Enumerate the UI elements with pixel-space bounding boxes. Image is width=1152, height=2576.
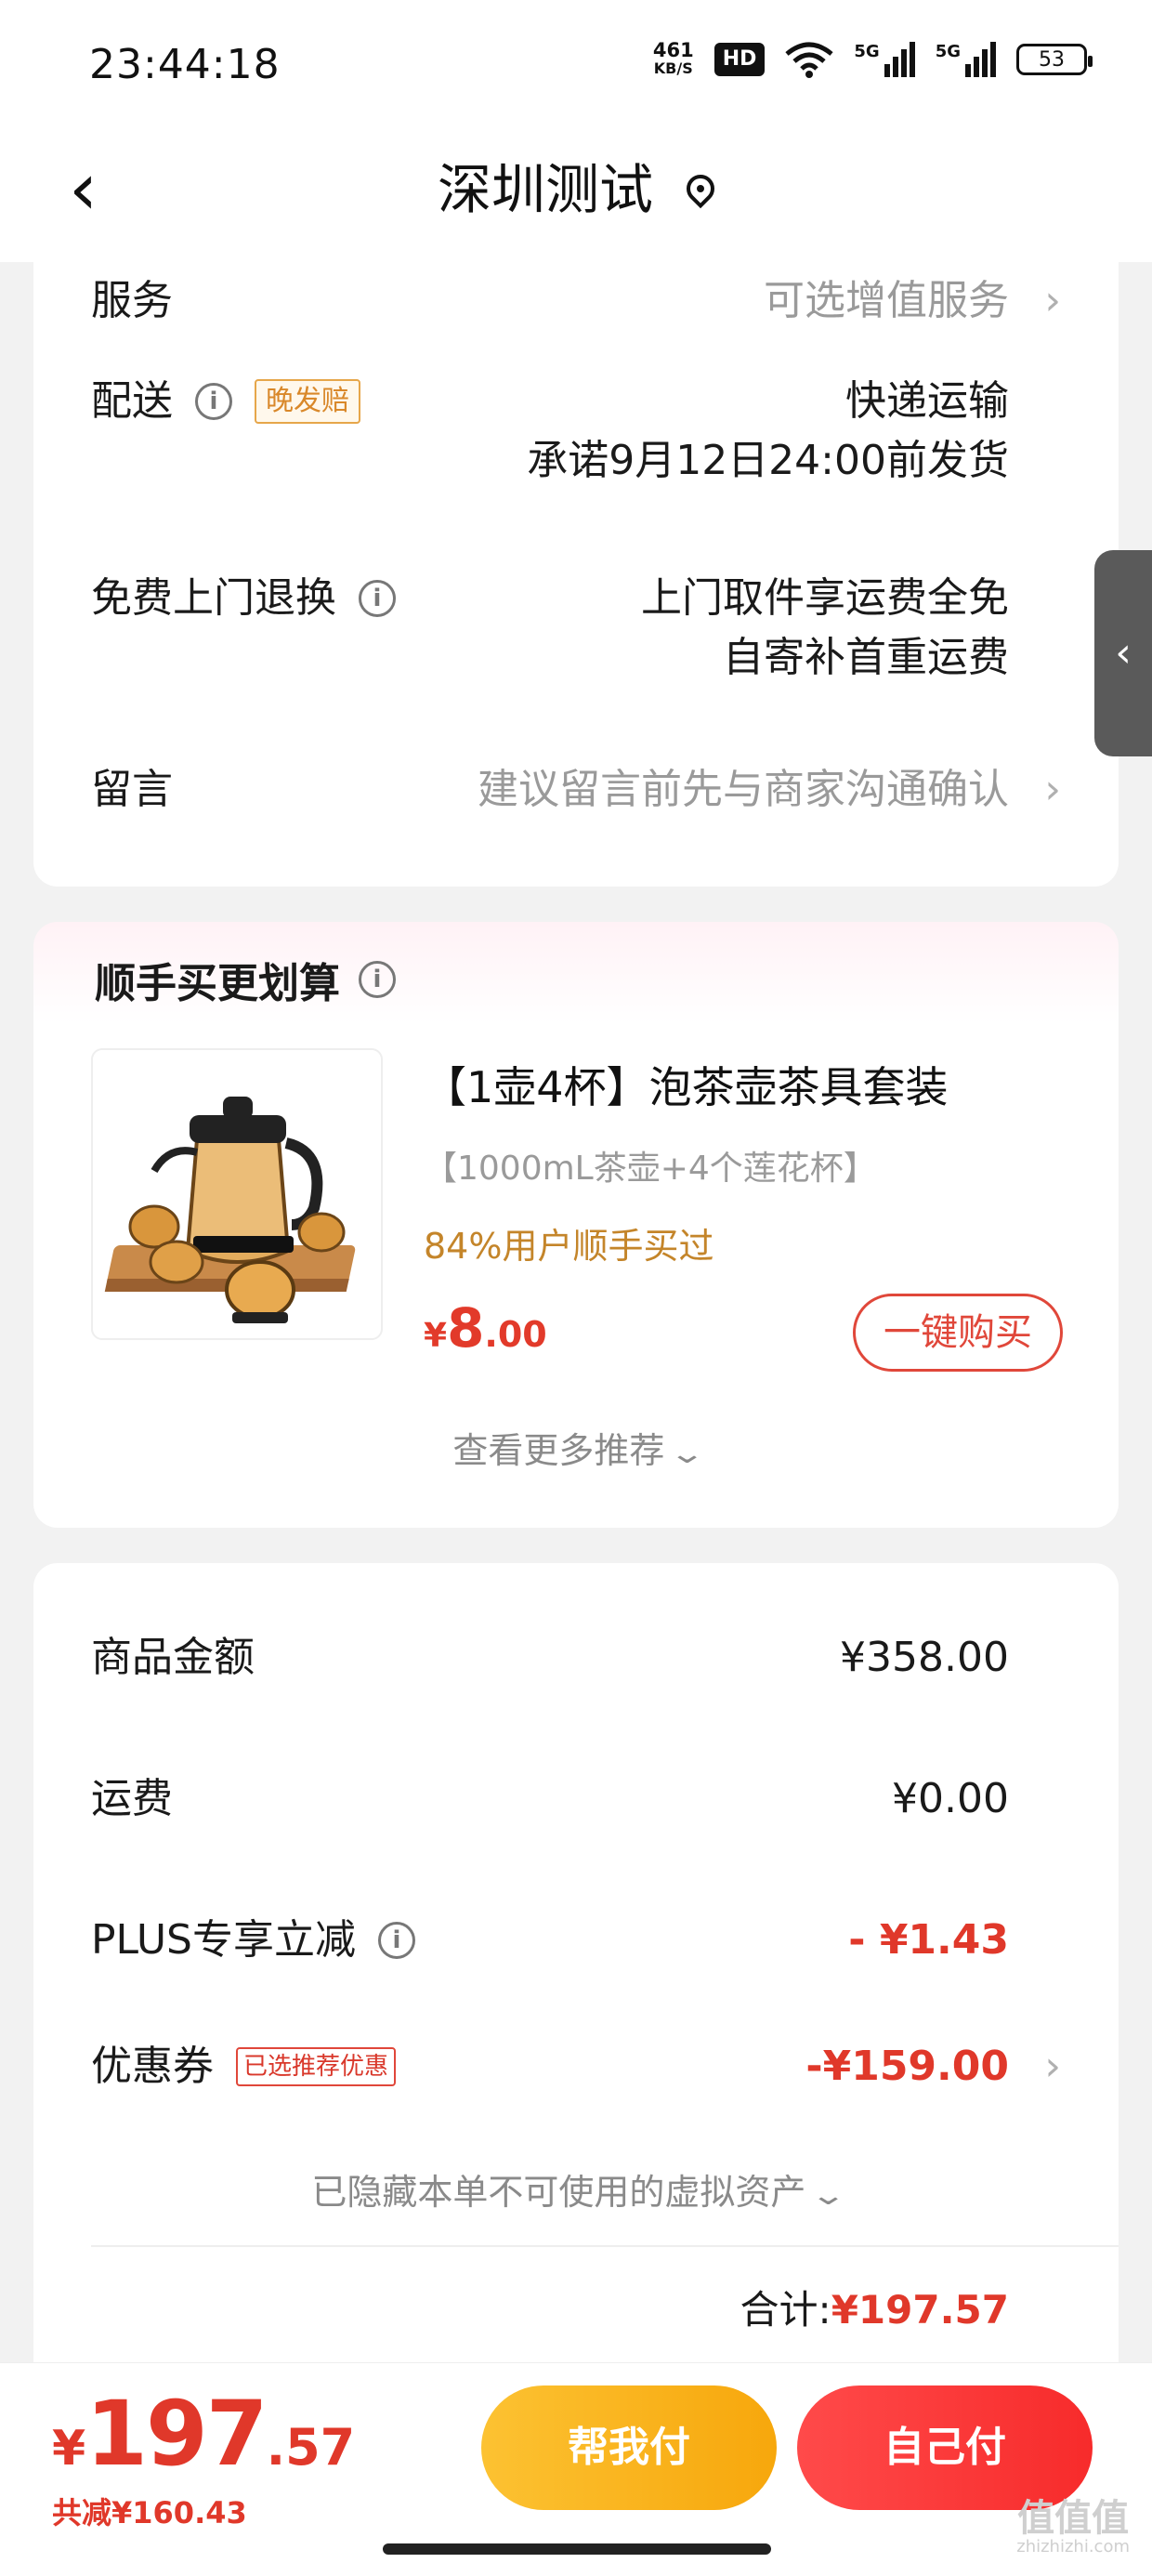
message-input[interactable]: 建议留言前先与商家沟通确认	[478, 760, 1009, 820]
message-label: 留言	[91, 766, 173, 813]
plus-discount-label: PLUS专享立减	[91, 1916, 356, 1964]
help-me-pay-button[interactable]: 帮我付	[481, 2385, 777, 2510]
side-collapse-tab[interactable]: ‹	[1094, 550, 1152, 756]
page-title-wrap[interactable]: 深圳测试	[0, 152, 1152, 227]
shipping-value: ¥0.00	[892, 1775, 1009, 1822]
free-return-row: 免费上门退换 i 上门取件享运费全免 自寄补首重运费	[91, 569, 1009, 699]
self-send-text: 自寄补首重运费	[723, 634, 1009, 681]
total-currency: ¥	[52, 2421, 86, 2477]
order-info-card: 服务 可选增值服务 › 配送 i 晚发赔 快递运输 承诺9月12日24:00前发…	[33, 262, 1119, 887]
watermark-url: zhizhizhi.com	[1016, 2537, 1130, 2556]
shipping-row: 运费 ¥0.00	[91, 1769, 1009, 1829]
goods-amount-value: ¥358.00	[840, 1634, 1009, 1681]
page-title: 深圳测试	[437, 158, 653, 221]
delivery-promise: 承诺9月12日24:00前发货	[527, 437, 1009, 484]
more-recommend-link[interactable]: 查看更多推荐 ⌄	[33, 1422, 1119, 1473]
bought-rate-text: 84%用户顺手买过	[424, 1226, 714, 1267]
watermark-logo: 值值值 zhizhizhi.com	[1016, 2500, 1130, 2557]
delivery-values: 快递运输 承诺9月12日24:00前发货	[527, 372, 1009, 491]
status-icons: 461 KB/S HD 5G 5G 53	[653, 41, 1093, 78]
battery-icon: 53	[1016, 44, 1093, 75]
product-image[interactable]	[91, 1048, 383, 1340]
page-header: ‹ 深圳测试	[0, 130, 1152, 262]
signal-5g-icon: 5G	[854, 42, 915, 77]
status-bar: 23:44:18 461 KB/S HD 5G 5G 53	[0, 0, 1152, 130]
wifi-icon	[785, 42, 833, 78]
info-icon[interactable]: i	[359, 961, 396, 998]
coupon-row[interactable]: 优惠券 已选推荐优惠 -¥159.00 ›	[91, 2037, 1061, 2096]
late-compensation-tag: 晚发赔	[255, 379, 360, 424]
info-icon[interactable]: i	[378, 1922, 415, 1959]
delivery-row: 配送 i 晚发赔 快递运输 承诺9月12日24:00前发货	[91, 372, 1009, 502]
message-row[interactable]: 留言 建议留言前先与商家沟通确认 ›	[91, 760, 1061, 820]
total-price: ¥197.57	[52, 2382, 355, 2486]
info-icon[interactable]: i	[359, 580, 396, 617]
coupon-label: 优惠券	[91, 2043, 214, 2090]
chevron-right-icon: ›	[1044, 2043, 1061, 2090]
home-indicator[interactable]	[383, 2543, 771, 2555]
price-int: 8	[447, 1296, 485, 1360]
pickup-text: 上门取件享运费全免	[641, 574, 1009, 622]
goods-amount-row: 商品金额 ¥358.00	[91, 1628, 1009, 1688]
recommend-title: 顺手买更划算	[95, 960, 340, 1007]
coupon-value: -¥159.00	[805, 2043, 1009, 2090]
pay-myself-button[interactable]: 自己付	[797, 2385, 1093, 2510]
watermark-text: 值值值	[1017, 2497, 1130, 2540]
delivery-method: 快递运输	[845, 377, 1009, 425]
product-name[interactable]: 【1壶4杯】泡茶壶茶具套装	[424, 1054, 949, 1115]
hidden-assets-label: 已隐藏本单不可使用的虚拟资产	[311, 2172, 806, 2213]
service-value: 可选增值服务	[764, 277, 1009, 324]
chevron-right-icon: ›	[1044, 766, 1061, 813]
order-subtotal: 合计:¥197.57	[740, 2279, 1009, 2335]
chevron-down-icon: ⌄	[668, 1438, 707, 1470]
net-speed-unit: KB/S	[653, 59, 693, 77]
one-click-buy-button[interactable]: 一键购买	[853, 1294, 1063, 1372]
net-speed: 461 KB/S	[653, 41, 694, 78]
checkout-bar: ¥197.57 共减¥160.43 帮我付 自己付	[0, 2362, 1152, 2576]
product-spec: 【1000mL茶壶+4个莲花杯】	[424, 1150, 877, 1188]
price-currency: ¥	[424, 1317, 448, 1355]
coupon-recommended-tag: 已选推荐优惠	[236, 2047, 397, 2086]
total-decimal: .57	[266, 2418, 356, 2477]
subtotal-value: ¥197.57	[831, 2287, 1009, 2333]
divider	[91, 2245, 1119, 2247]
free-return-values: 上门取件享运费全免 自寄补首重运费	[641, 569, 1009, 688]
service-label: 服务	[91, 277, 173, 324]
chevron-right-icon: ›	[1044, 277, 1061, 324]
location-icon	[680, 168, 721, 209]
plus-discount-value: - ¥1.43	[848, 1916, 1009, 1964]
recommend-title-wrap: 顺手买更划算 i	[95, 950, 396, 1009]
status-time: 23:44:18	[89, 41, 281, 88]
free-return-label: 免费上门退换	[91, 574, 336, 622]
price-decimal: .00	[484, 1314, 547, 1355]
recommend-card: 顺手买更划算 i 【1壶4杯】泡茶壶茶具套装 【1000mL茶壶+4个莲花杯】 …	[33, 922, 1119, 1528]
signal-5g-icon-2: 5G	[936, 42, 996, 77]
net-speed-value: 461	[652, 39, 694, 61]
subtotal-label: 合计:	[740, 2287, 831, 2333]
plus-discount-row: PLUS专享立减 i - ¥1.43	[91, 1911, 1009, 1970]
chevron-down-icon: ⌄	[809, 2179, 848, 2212]
hidden-assets-toggle[interactable]: 已隐藏本单不可使用的虚拟资产 ⌄	[33, 2163, 1119, 2215]
total-int: 197	[85, 2382, 268, 2486]
service-row[interactable]: 服务 可选增值服务 ›	[91, 271, 1061, 331]
more-recommend-label: 查看更多推荐	[452, 1430, 665, 1471]
hd-icon: HD	[713, 43, 766, 76]
delivery-label: 配送	[91, 377, 173, 425]
total-saved: 共减¥160.43	[52, 2495, 247, 2530]
shipping-label: 运费	[91, 1775, 173, 1822]
product-price: ¥8.00	[424, 1295, 547, 1369]
teapot-set-image	[104, 1097, 356, 1323]
chevron-left-icon: ‹	[1115, 629, 1132, 677]
goods-amount-label: 商品金额	[91, 1634, 255, 1681]
info-icon[interactable]: i	[195, 383, 232, 420]
